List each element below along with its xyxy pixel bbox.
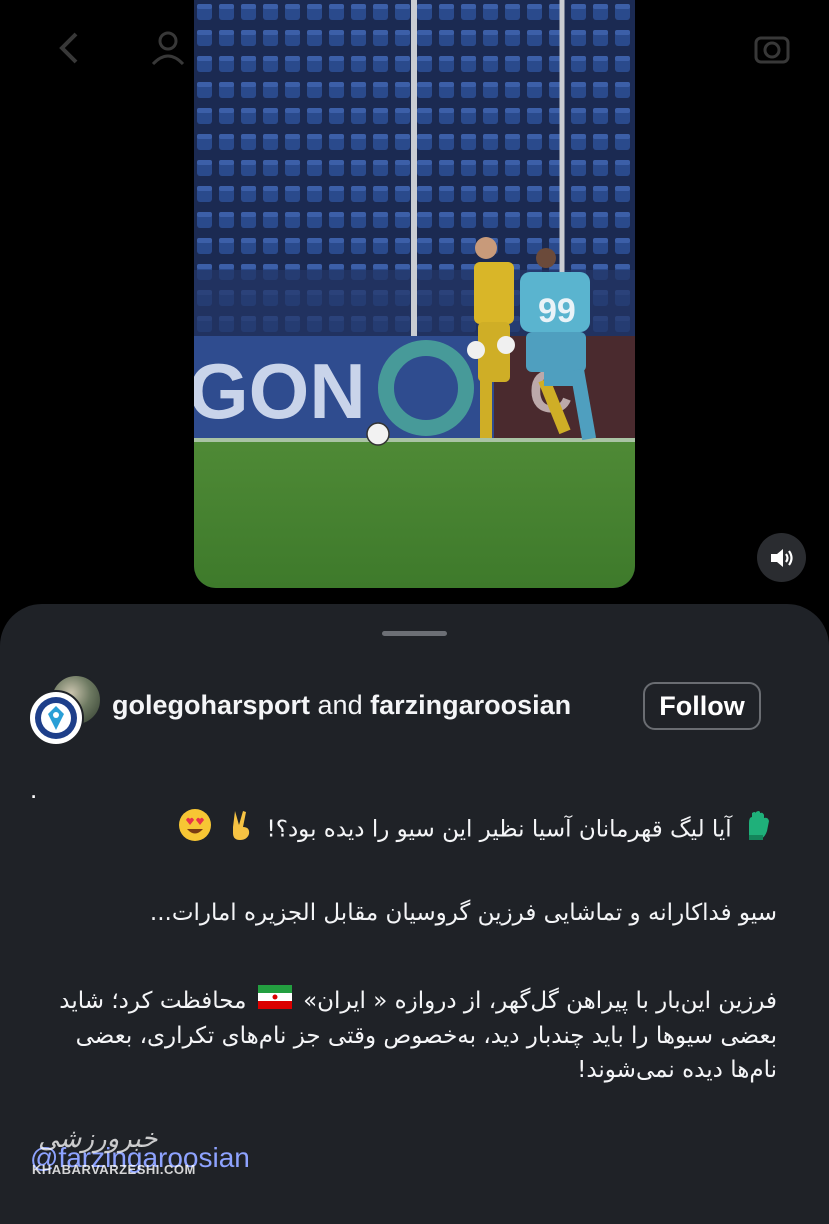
- sheet-grabber[interactable]: [382, 631, 447, 636]
- club-logo-icon: [32, 694, 80, 742]
- watermark-logo: خبرورزشی KHABARVARZESHI.COM: [30, 1124, 210, 1180]
- heart-eyes-emoji: [178, 808, 212, 852]
- caption-line-2: سیو فداکارانه و تماشایی فرزین گروسیان مق…: [149, 900, 777, 926]
- caption-dot: .: [30, 774, 38, 804]
- caption-line-1: آیا لیگ قهرمانان آسیا نظیر این سیو را دی…: [37, 808, 777, 852]
- authors-connector: and: [317, 690, 363, 720]
- avatar-golegoharsport[interactable]: [28, 690, 84, 746]
- watermark-script: خبرورزشی: [38, 1124, 158, 1154]
- jersey-number: 99: [538, 292, 576, 330]
- person-icon[interactable]: [148, 28, 188, 68]
- sound-toggle-button[interactable]: [757, 533, 806, 582]
- caption-line-1-text: آیا لیگ قهرمانان آسیا نظیر این سیو را دی…: [266, 816, 732, 843]
- banner-text: GON: [194, 347, 366, 435]
- avatar-stack[interactable]: [28, 674, 102, 746]
- account-name-primary[interactable]: golegoharsport: [112, 690, 310, 720]
- follow-button[interactable]: Follow: [643, 682, 761, 730]
- pitch: [194, 438, 635, 588]
- caption-para-part-1: فرزین این‌بار با پیراهن گل‌گهر، از درواز…: [303, 988, 777, 1014]
- reel-video[interactable]: GON C 99: [194, 0, 635, 588]
- iran-flag-emoji: [257, 984, 292, 1019]
- victory-hand-emoji: [227, 809, 255, 851]
- football: [366, 422, 390, 446]
- post-authors: golegoharsport and farzingaroosian: [112, 690, 571, 721]
- speaker-icon: [770, 548, 793, 567]
- goalkeeper-glove-emoji: [743, 809, 773, 851]
- chevron-left-icon[interactable]: [50, 28, 90, 68]
- account-name-collab[interactable]: farzingaroosian: [370, 690, 571, 720]
- caption-paragraph: فرزین این‌بار با پیراهن گل‌گهر، از درواز…: [37, 984, 777, 1087]
- camera-icon[interactable]: [752, 28, 792, 68]
- watermark-text: KHABARVARZESHI.COM: [32, 1162, 196, 1177]
- caption-sheet: golegoharsport and farzingaroosian Follo…: [0, 604, 829, 1224]
